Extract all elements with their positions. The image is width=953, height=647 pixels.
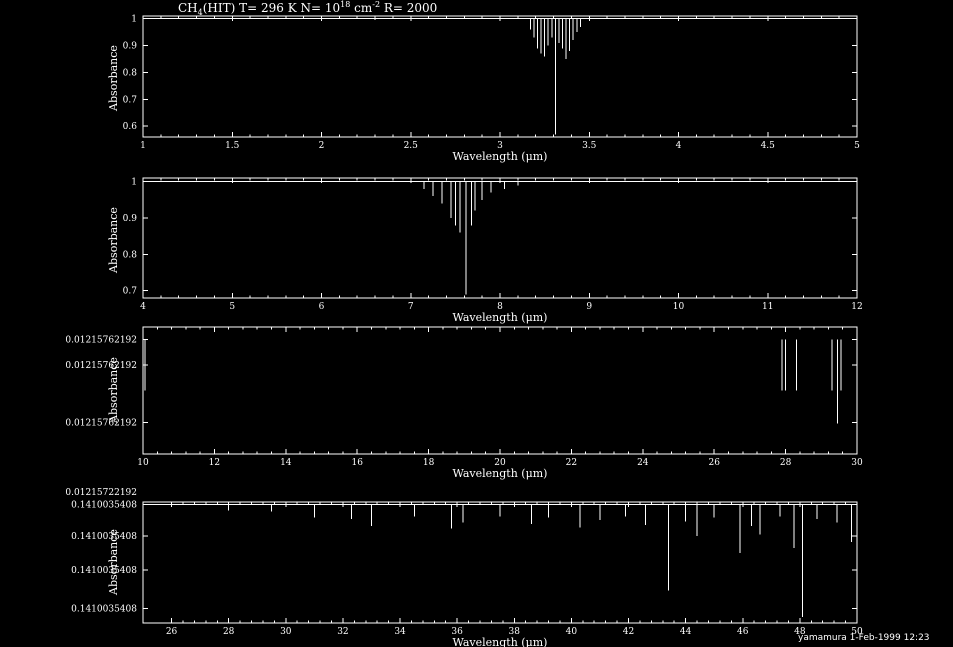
x-tick-label: 28 [780,458,792,468]
panel-2: 4 5 6 7 8 9 10 11 120.70.80.91Wavelength (μm)Abs… [107,177,863,324]
x-tick-label: 5 [229,302,235,312]
x-tick-label: 34 [394,627,406,637]
x-tick-label: 30 [851,458,863,468]
spectra-figure: CH4(HIT) T= 296 K N= 1018 cm-2 R= 2000 1… [65,0,930,647]
x-axis-label: Wavelength (μm) [453,150,548,163]
y-tick-label: 0.1410035408 [71,604,137,614]
x-tick-label: 22 [566,458,577,468]
x-tick-label: 7 [408,302,414,312]
x-tick-label: 24 [637,458,649,468]
title-mid: (HIT) T= 296 K N= 10 [203,1,340,15]
y-tick-label: 0.9 [123,214,138,224]
y-tick-label: 0.1410035408 [71,532,137,542]
y-tick-label: 0.7 [123,287,138,297]
x-tick-label: 3.5 [582,141,597,151]
y-tick-label: 0.9 [123,42,138,52]
x-axis-label: Wavelength (μm) [453,636,548,647]
y-tick-label: 1 [131,178,137,188]
x-tick-label: 6 [319,302,325,312]
y-tick-label: 0.1410035408 [71,500,137,510]
y-tick-label: 0.01215762192 [65,418,137,428]
panel-3: 10 12 14 16 18 20 22 24 26 28 300.012157621920.012… [65,326,863,498]
y-tick-label: 0.01215762192 [65,361,137,371]
x-tick-label: 10 [673,302,685,312]
panel-1: 1 1.5 2 2.5 3 3.5 4 4.5 50.60.70.80.91Wavelength… [107,15,860,163]
title-unit: cm [350,1,373,15]
title-sup: 18 [340,0,350,9]
x-tick-label: 11 [762,302,773,312]
x-tick-label: 4.5 [761,141,776,151]
x-tick-label: 1 [140,141,146,151]
x-tick-label: 46 [737,627,749,637]
figure-title: CH4(HIT) T= 296 K N= 1018 cm-2 R= 2000 [178,0,437,17]
x-axis-label: Wavelength (μm) [453,467,548,480]
x-axis-label: Wavelength (μm) [453,311,548,324]
x-tick-label: 4 [140,302,146,312]
y-axis-label: Absorbance [107,45,120,112]
title-end: R= 2000 [380,1,437,15]
panel-4: 26 28 30 32 34 36 38 40 42 44 46 48 500.14100354080.… [71,500,863,647]
y-tick-label: 0.8 [123,68,138,78]
x-tick-label: 1.5 [225,141,240,151]
x-tick-label: 40 [566,627,578,637]
x-tick-label: 12 [851,302,862,312]
y-tick-label: 0.01215762192 [65,336,137,346]
x-tick-label: 16 [351,458,363,468]
plot-frame [142,501,858,624]
x-tick-label: 30 [280,627,292,637]
x-tick-label: 44 [680,627,692,637]
y-tick-label: 0.6 [123,122,138,132]
y-tick-label: 0.8 [123,250,138,260]
x-tick-label: 26 [708,458,720,468]
plot-frame [142,177,858,299]
y-tick-label: 0.01215722192 [65,488,137,498]
x-tick-label: 5 [854,141,860,151]
y-axis-label: Absorbance [107,357,120,424]
y-tick-label: 0.7 [123,95,138,105]
x-tick-label: 2 [319,141,325,151]
y-axis-label: Absorbance [107,207,120,274]
x-tick-label: 2.5 [404,141,419,151]
title-main: CH [178,1,198,15]
title-unit-sup: -2 [372,0,380,9]
plot-frame [142,15,858,138]
x-tick-label: 10 [137,458,149,468]
plot-frame [142,326,858,455]
x-tick-label: 4 [676,141,682,151]
x-tick-label: 12 [209,458,220,468]
x-tick-label: 42 [623,627,634,637]
x-tick-label: 32 [337,627,348,637]
y-axis-label: Absorbance [107,529,120,596]
x-tick-label: 9 [586,302,592,312]
x-tick-label: 28 [223,627,235,637]
y-tick-label: 0.1410035408 [71,566,137,576]
x-tick-label: 26 [166,627,178,637]
x-tick-label: 14 [280,458,292,468]
y-tick-label: 1 [131,15,137,25]
x-tick-label: 18 [423,458,435,468]
footer-credit: yamamura 1-Feb-1999 12:23 [798,633,930,643]
